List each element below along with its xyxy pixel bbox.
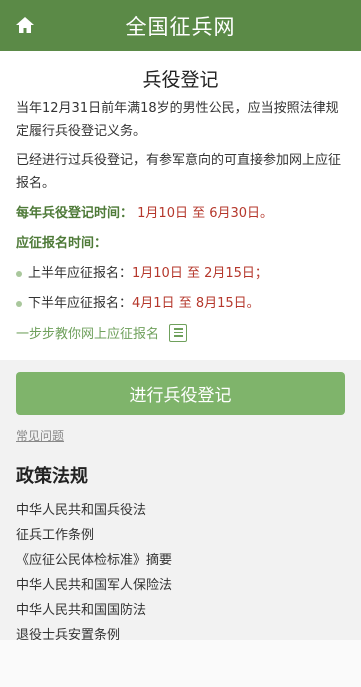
page-title: 兵役登记: [142, 69, 219, 91]
second-half-label: 下半年应征报名：: [28, 296, 133, 311]
policy-item[interactable]: 中华人民共和国军人保险法: [16, 573, 345, 598]
faq-link[interactable]: 常见问题: [16, 427, 64, 444]
policy-list: 中华人民共和国兵役法 征兵工作条例 《应征公民体检标准》摘要 中华人民共和国军人…: [16, 498, 345, 648]
bullet-dot-icon: [16, 301, 22, 307]
bottom-bar: [0, 640, 361, 687]
policy-item[interactable]: 征兵工作条例: [16, 523, 345, 548]
policy-item[interactable]: 中华人民共和国国防法: [16, 598, 345, 623]
apply-time-label: 应征报名时间：: [16, 236, 108, 251]
second-half-time: 4月1日 至 8月15日。: [132, 296, 260, 311]
apply-description: 已经进行过兵役登记，有参军意向的可直接参加网上应征报名。: [16, 153, 342, 191]
app-header: 全国征兵网: [0, 0, 361, 51]
guide-link[interactable]: 一步步教你网上应征报名: [16, 323, 345, 342]
policy-section-title: 政策法规: [16, 466, 88, 487]
bullet-dot-icon: [16, 271, 22, 277]
first-half-time: 1月10日 至 2月15日；: [132, 266, 268, 281]
lower-section: 进行兵役登记 常见问题 政策法规 中华人民共和国兵役法 征兵工作条例 《应征公民…: [0, 372, 361, 648]
registration-card: 兵役登记 当年12月31日前年满18岁的男性公民，应当按照法律规定履行兵役登记义…: [0, 51, 361, 360]
home-icon[interactable]: [15, 15, 35, 35]
registration-description: 当年12月31日前年满18岁的男性公民，应当按照法律规定履行兵役登记义务。: [16, 101, 339, 139]
guide-link-text: 一步步教你网上应征报名: [16, 327, 160, 342]
site-title: 全国征兵网: [125, 14, 236, 39]
apply-time-heading: 应征报名时间：: [16, 233, 345, 255]
first-half-apply-row: 上半年应征报名： 1月10日 至 2月15日；: [16, 263, 345, 285]
list-icon: [169, 323, 188, 342]
policy-item[interactable]: 中华人民共和国兵役法: [16, 498, 345, 523]
first-half-label: 上半年应征报名：: [28, 266, 133, 281]
policy-item[interactable]: 《应征公民体检标准》摘要: [16, 548, 345, 573]
registration-time-label: 每年兵役登记时间：: [16, 206, 134, 221]
registration-time-value: 1月10日 至 6月30日。: [137, 206, 274, 221]
registration-time-row: 每年兵役登记时间： 1月10日 至 6月30日。: [16, 203, 345, 225]
register-button[interactable]: 进行兵役登记: [16, 372, 345, 415]
second-half-apply-row: 下半年应征报名： 4月1日 至 8月15日。: [16, 293, 345, 315]
